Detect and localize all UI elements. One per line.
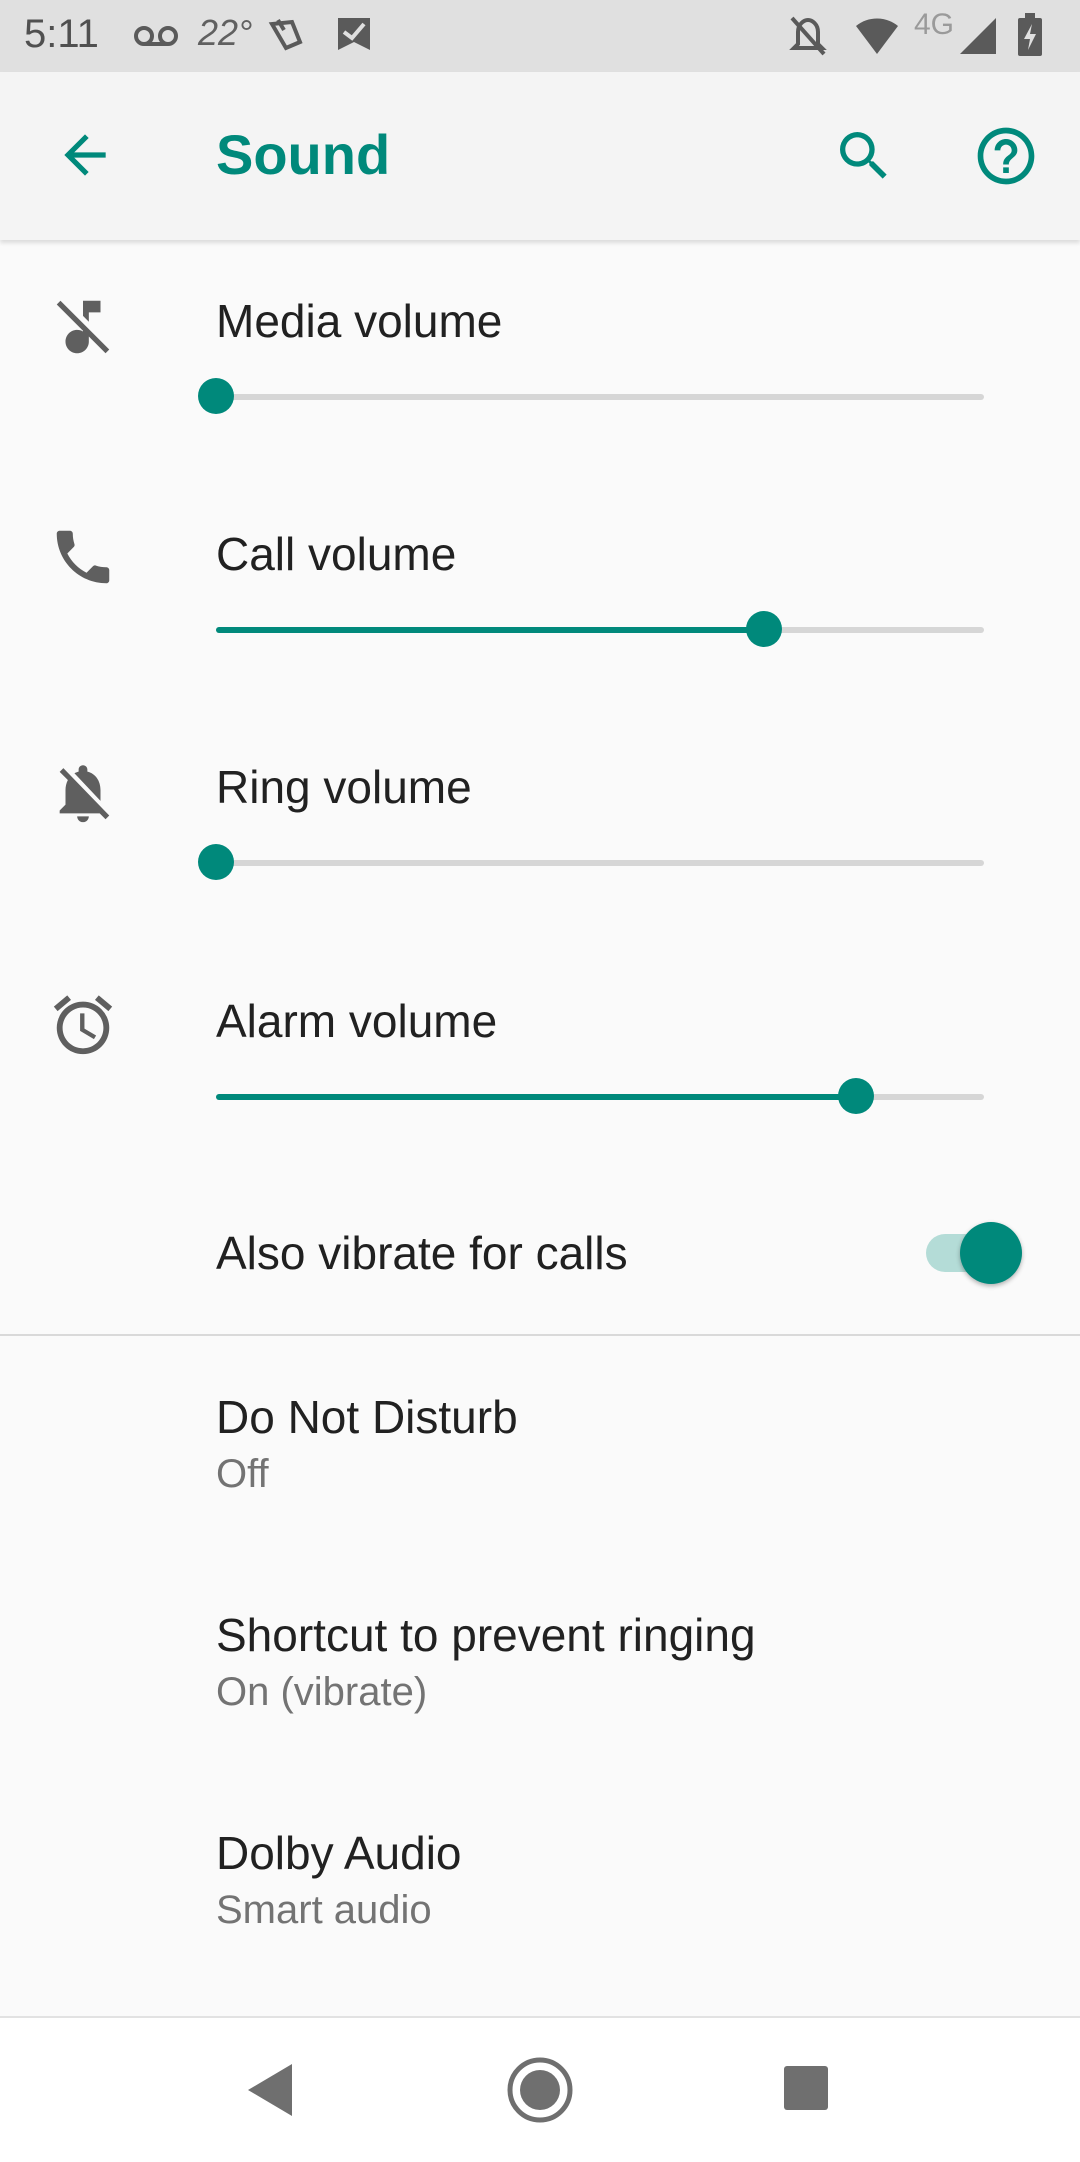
ring-volume-slider[interactable] (198, 844, 984, 880)
pref-title: Dolby Audio (216, 1827, 462, 1879)
nav-home-icon[interactable] (506, 2056, 574, 2124)
call-volume-slider[interactable] (216, 611, 984, 647)
status-network-type: 4G (914, 8, 955, 41)
alarm-clock-icon (53, 995, 113, 1055)
bell-off-icon (59, 765, 110, 823)
nav-recents-icon[interactable] (782, 2064, 830, 2112)
slider-label: Call volume (216, 528, 457, 580)
navigation-bar (0, 2016, 1080, 2162)
slider-thumb[interactable] (198, 844, 234, 880)
pref-summary: Smart audio (216, 1888, 432, 1932)
alarm-volume-slider[interactable] (216, 1078, 984, 1114)
phone-icon (56, 530, 110, 584)
slider-thumb[interactable] (837, 1078, 874, 1114)
back-arrow-icon[interactable] (54, 124, 116, 186)
slider-fill (216, 1094, 856, 1100)
slider-thumb[interactable] (746, 611, 783, 647)
pref-title: Shortcut to prevent ringing (216, 1609, 756, 1661)
battery-charging-icon (1018, 13, 1042, 56)
voicemail-icon (134, 26, 178, 46)
section-divider (0, 1334, 1080, 1336)
slider-label: Ring volume (216, 761, 472, 813)
signal-icon (960, 18, 996, 54)
vibrate-for-calls-label: Also vibrate for calls (216, 1227, 628, 1279)
pref-summary: Off (216, 1452, 269, 1496)
status-bar: 5:11 22° 4G (0, 0, 1080, 72)
slider-thumb[interactable] (198, 378, 234, 414)
notifications-off-icon (789, 16, 827, 56)
wifi-icon (856, 18, 898, 54)
help-icon[interactable] (972, 122, 1040, 190)
vibrate-switch-thumb[interactable] (960, 1222, 1022, 1284)
app-bar: Sound (0, 72, 1080, 240)
pref-summary: On (vibrate) (216, 1670, 428, 1714)
pref-title: Do Not Disturb (216, 1391, 518, 1443)
slider-label: Media volume (216, 295, 503, 347)
music-off-icon (56, 300, 110, 354)
search-icon[interactable] (832, 124, 896, 188)
page-title: Sound (216, 123, 391, 186)
status-temperature: 22° (198, 12, 253, 53)
slider-fill (216, 627, 765, 633)
weather-icon (268, 18, 303, 51)
status-time: 5:11 (24, 12, 99, 56)
media-volume-slider[interactable] (198, 378, 984, 414)
task-icon (338, 18, 370, 50)
nav-back-icon[interactable] (244, 2062, 296, 2118)
slider-label: Alarm volume (216, 995, 498, 1047)
